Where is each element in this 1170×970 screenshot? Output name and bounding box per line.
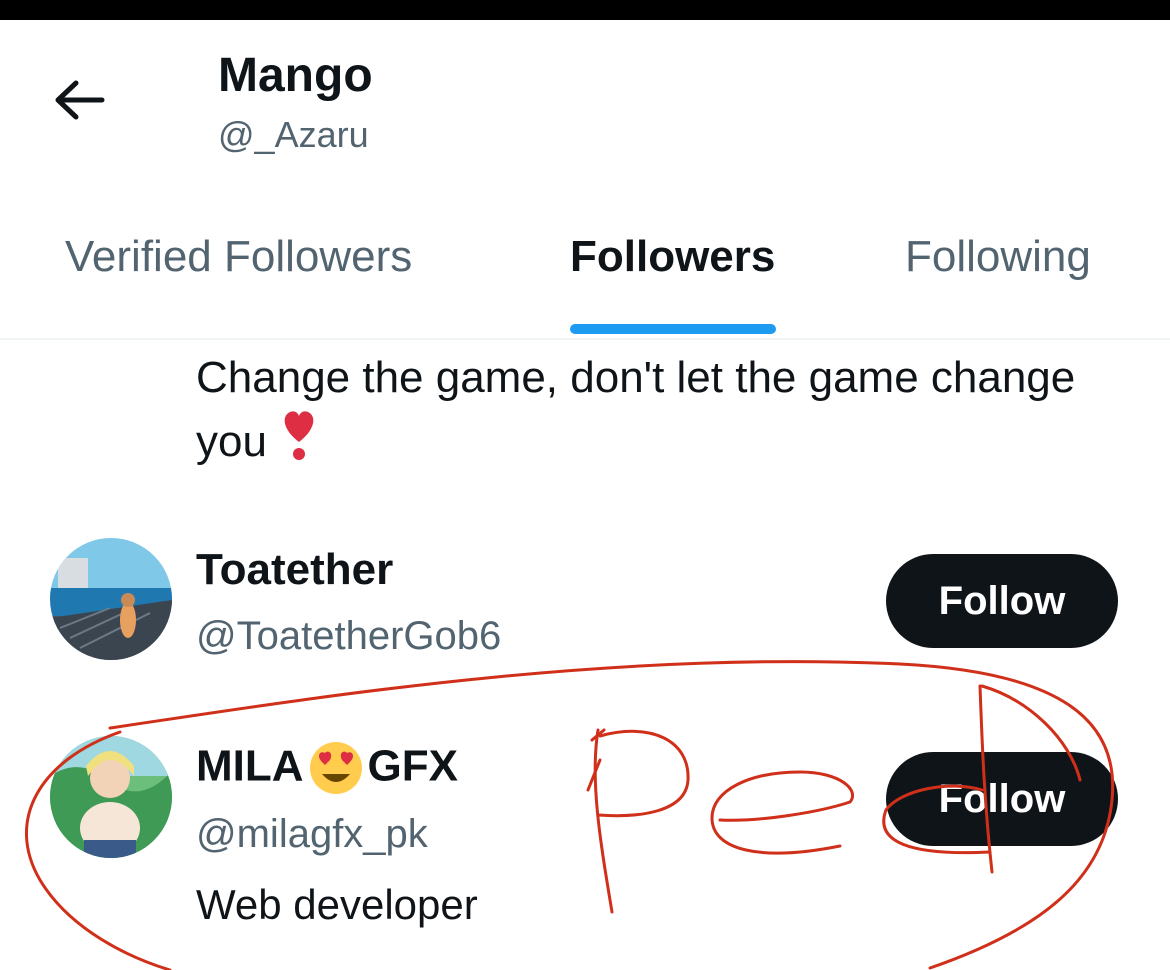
- heavy-heart-exclamation-icon: [279, 408, 319, 472]
- list-item[interactable]: Toatether @ToatetherGob6 Follow: [0, 538, 1170, 738]
- profile-handle: @_Azaru: [218, 114, 369, 155]
- bio-text: Change the game, don't let the game chan…: [196, 353, 1076, 466]
- follower-bio: Web developer: [196, 881, 478, 928]
- list-item-bio: Change the game, don't let the game chan…: [196, 348, 1136, 472]
- status-bar-strip: [0, 0, 1170, 20]
- avatar[interactable]: [50, 736, 172, 858]
- avatar[interactable]: [50, 538, 172, 660]
- follower-name: MILA GFX: [196, 740, 458, 798]
- list-item[interactable]: MILA GFX @milagfx_pk Web developer Follo…: [0, 736, 1170, 936]
- follower-name-part1: MILA: [196, 741, 304, 791]
- follow-button[interactable]: Follow: [886, 752, 1118, 846]
- heart-eyes-emoji-icon: [308, 740, 364, 798]
- tab-verified-followers[interactable]: Verified Followers: [65, 230, 412, 284]
- back-button[interactable]: [50, 75, 110, 125]
- arrow-left-icon: [55, 80, 105, 120]
- follow-button[interactable]: Follow: [886, 554, 1118, 648]
- follower-name: Toatether: [196, 545, 394, 594]
- active-tab-indicator: [570, 324, 776, 334]
- tab-bar: Verified Followers Followers Following: [0, 220, 1170, 340]
- follower-handle: @milagfx_pk: [196, 812, 428, 856]
- profile-name: Mango: [218, 49, 373, 102]
- profile-header: Mango @_Azaru: [0, 20, 1170, 220]
- follower-name-part2: GFX: [367, 741, 458, 791]
- tab-followers[interactable]: Followers: [570, 230, 775, 284]
- follower-handle: @ToatetherGob6: [196, 614, 502, 658]
- tab-following[interactable]: Following: [905, 230, 1091, 284]
